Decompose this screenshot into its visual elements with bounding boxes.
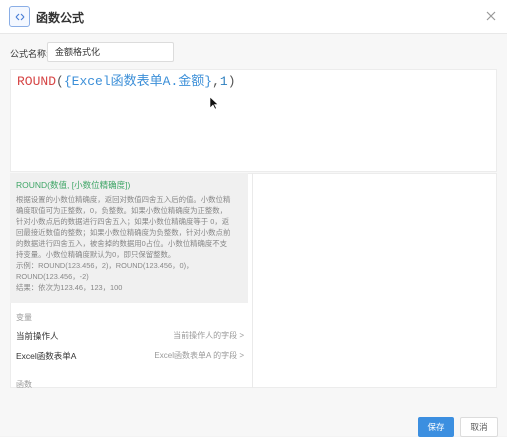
field-close-brace: } [204,74,213,89]
formula-editor[interactable]: ROUND({Excel函数表单A.金额},1) [10,69,497,172]
comma: , [212,74,220,89]
function-help: ROUND(数值, [小数位精确度]) 根据设置的小数位精确度，返回对数值四舍五… [10,173,248,303]
dialog-header: 函数公式 [0,0,507,34]
panel-divider [252,173,253,388]
save-button[interactable]: 保存 [418,417,454,437]
help-line: 持变量。小数位精确度默认为0，即只保留整数。 [16,250,176,259]
functions-section-label: 函数 [16,380,32,389]
formula-dialog: 函数公式 公式名称: 金额格式化 ROUND({Excel函数表单A.金额},1… [0,0,507,437]
mouse-cursor-icon [209,96,219,110]
function-name: ROUND [17,74,57,89]
dialog-title: 函数公式 [36,11,85,25]
argument-value: 1 [219,74,228,89]
open-paren: ( [56,74,64,89]
variables-section-label: 变量 [16,313,32,322]
field-open-brace: { [63,74,72,89]
variable-name: Excel函数表单A [16,351,77,361]
help-line: ROUND(123.456，-2) [16,272,89,281]
help-line: 示例：ROUND(123.456，2)，ROUND(123.456，0)， [16,261,194,270]
variable-item-current-operator[interactable]: 当前操作人 当前操作人的字段 > [10,326,248,346]
help-signature: ROUND(数值, [小数位精确度]) [16,180,131,190]
variable-item-excel-form-a[interactable]: Excel函数表单A Excel函数表单A 的字段 > [10,346,248,366]
cancel-button[interactable]: 取消 [460,417,498,437]
variable-fields-link[interactable]: Excel函数表单A 的字段 > [154,350,244,361]
variable-fields-link[interactable]: 当前操作人的字段 > [173,330,244,341]
help-line: 回最接近数值的整数；如果小数位精确度为负整数，针对小数点前 [16,228,231,237]
close-icon[interactable] [484,9,498,23]
formula-name-input[interactable]: 金额格式化 [47,42,174,62]
function-icon [9,6,30,27]
help-description: 根据设置的小数位精确度，返回对数值四舍五入后的值。小数位精 确度取值可为正整数，… [16,194,242,293]
help-line: 根据设置的小数位精确度，返回对数值四舍五入后的值。小数位精 [16,195,231,204]
variable-name: 当前操作人 [16,331,59,341]
help-line: 针对小数点后的数据进行四舍五入；如果小数位精确度等于 0，返 [16,217,230,226]
help-line: 确度取值可为正整数，0，负整数。如果小数位精确度为正整数， [16,206,228,215]
formula-code: ROUND({Excel函数表单A.金额},1) [17,74,236,90]
field-reference: Excel函数表单A.金额 [71,74,205,89]
close-paren: ) [227,74,236,89]
help-line: 结果：依次为123.46，123，100 [16,283,123,292]
formula-name-label: 公式名称: [10,49,49,59]
help-line: 的数据进行四舍五入，被舍掉的数据用0占位。小数位精确度不支 [16,239,228,248]
